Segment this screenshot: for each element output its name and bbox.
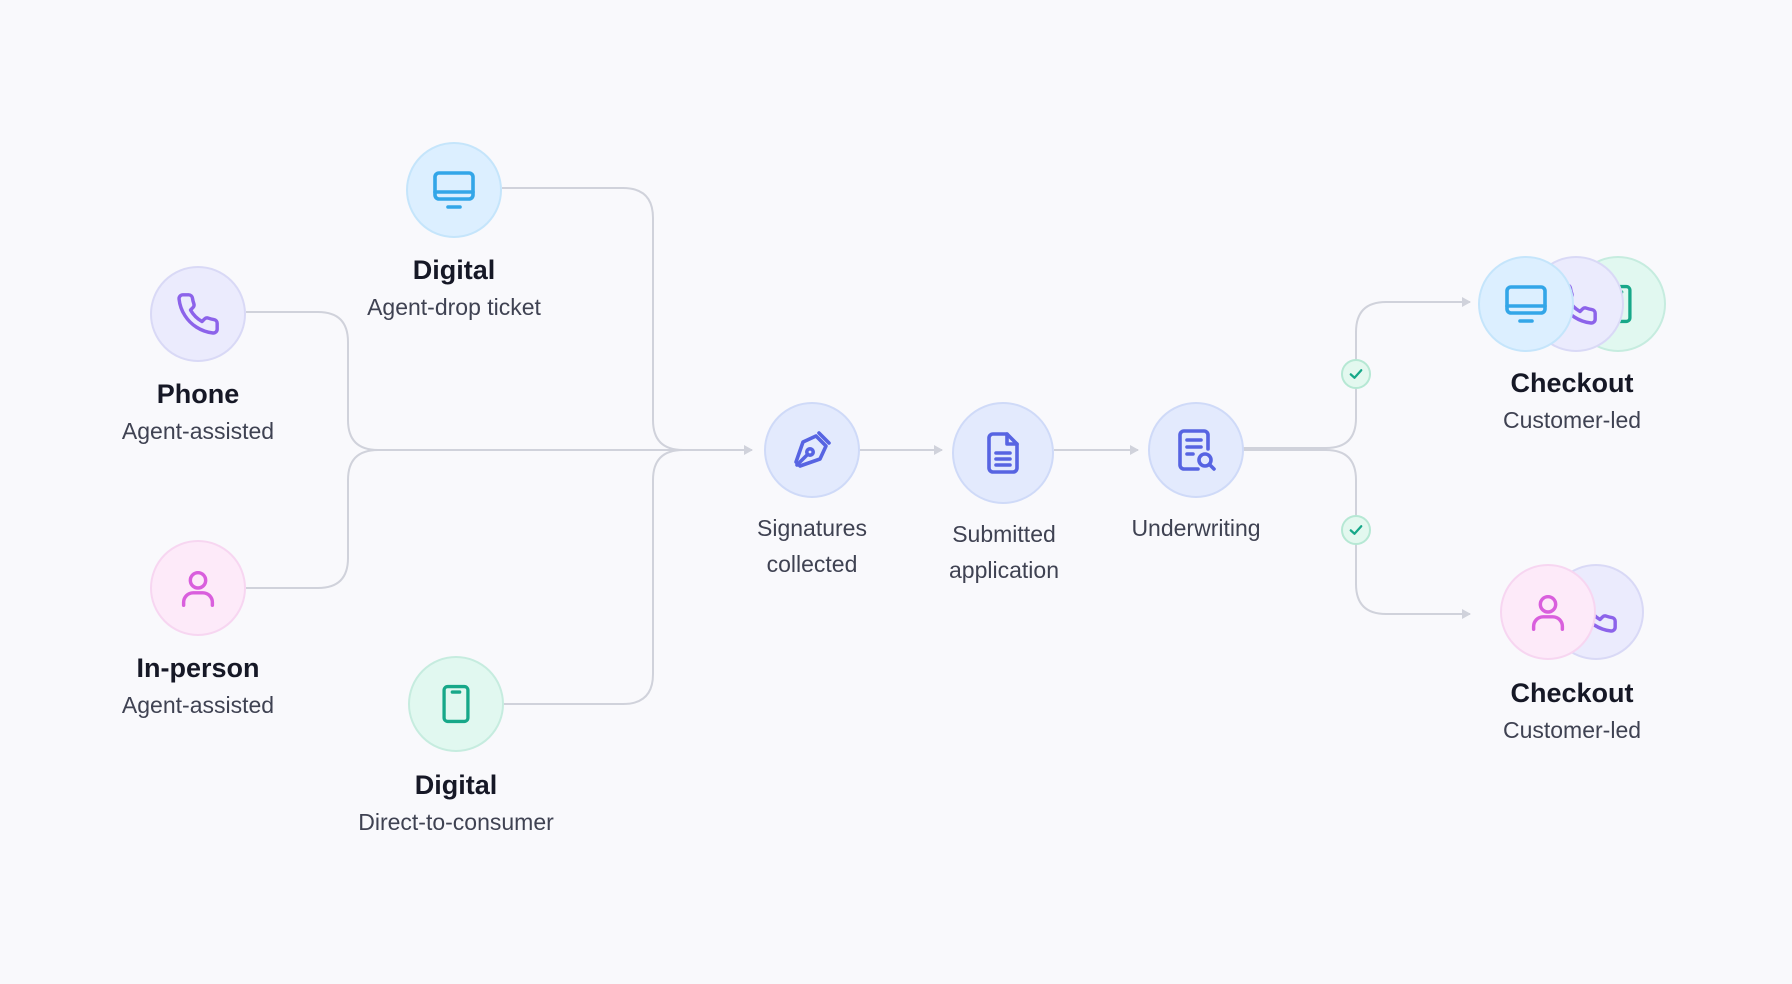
submitted-label-line2: application <box>949 557 1059 583</box>
check-icon <box>1349 525 1363 535</box>
document-search-icon <box>1178 429 1216 471</box>
pen-icon <box>794 431 831 468</box>
in-person-circle <box>150 540 246 636</box>
digital-top-subtitle: Agent-drop ticket <box>367 294 541 320</box>
in-person-title: In-person <box>136 653 260 683</box>
checkout-bottom-title: Checkout <box>1510 678 1634 708</box>
phone-title: Phone <box>156 379 240 409</box>
in-person-subtitle: Agent-assisted <box>121 692 275 718</box>
connector-in-person <box>246 449 680 589</box>
monitor-icon <box>433 171 475 209</box>
phone-subtitle: Agent-assisted <box>121 418 275 444</box>
check-icon <box>1349 369 1363 379</box>
person-icon <box>1531 594 1565 631</box>
document-icon <box>987 432 1019 474</box>
digital-bottom-title: Digital <box>414 770 498 800</box>
checkout-bottom-subtitle: Customer-led <box>1502 717 1642 743</box>
phone-icon <box>177 293 219 335</box>
digital-bottom-subtitle: Direct-to-consumer <box>358 809 554 835</box>
checkout-top-subtitle: Customer-led <box>1502 407 1642 433</box>
check-badge-top <box>1341 359 1371 389</box>
digital-bottom-circle <box>408 656 504 752</box>
connector-phone <box>246 311 680 451</box>
monitor-icon <box>1505 285 1547 323</box>
checkout-bottom-person-circle <box>1500 564 1596 660</box>
submitted-label-line1: Submitted <box>952 521 1056 547</box>
submitted-circle <box>952 402 1054 504</box>
checkout-top-monitor-circle <box>1478 256 1574 352</box>
check-badge-bottom <box>1341 515 1371 545</box>
underwriting-circle <box>1148 402 1244 498</box>
flow-diagram: Phone Agent-assisted Digital Agent-drop … <box>0 0 1792 984</box>
connector-digital-bottom <box>504 449 752 705</box>
mobile-icon <box>442 684 470 724</box>
digital-top-circle <box>406 142 502 238</box>
digital-top-title: Digital <box>412 255 496 285</box>
person-icon <box>181 570 215 607</box>
flow-connectors <box>246 187 1471 705</box>
signatures-label-line1: Signatures <box>757 515 867 541</box>
phone-circle <box>150 266 246 362</box>
signatures-label-line2: collected <box>766 551 858 577</box>
checkout-top-title: Checkout <box>1510 368 1634 398</box>
signatures-circle <box>764 402 860 498</box>
underwriting-label: Underwriting <box>1131 515 1261 541</box>
